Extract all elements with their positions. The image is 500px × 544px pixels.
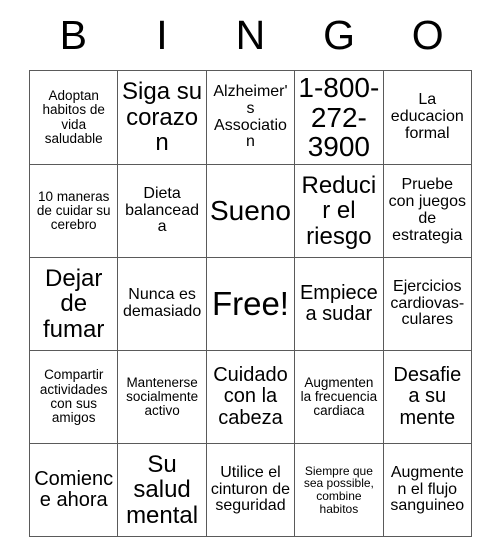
bingo-cell-b2[interactable]: 10 maneras de cuidar su cerebro bbox=[28, 164, 119, 259]
bingo-header-row: B I N G O bbox=[29, 0, 472, 70]
header-letter-o: O bbox=[411, 11, 444, 58]
header-letter-n: N bbox=[235, 11, 266, 58]
bingo-cell-n1[interactable]: Alzheimer's Association bbox=[205, 69, 296, 166]
bingo-cell-b5[interactable]: Comience ahora bbox=[28, 443, 119, 538]
bingo-row: Comience ahora Su salud mental Utilice e… bbox=[28, 443, 473, 538]
bingo-cell-n5[interactable]: Utilice el cinturon de seguridad bbox=[205, 443, 296, 538]
bingo-cell-b4[interactable]: Compartir actividades con sus amigos bbox=[28, 350, 119, 445]
bingo-cell-i2[interactable]: Dieta balanceada bbox=[117, 164, 207, 259]
bingo-cell-i5[interactable]: Su salud mental bbox=[117, 443, 207, 538]
bingo-row: Adoptan habitos de vida saludable Siga s… bbox=[28, 69, 473, 166]
bingo-cell-o1[interactable]: La educacion formal bbox=[382, 69, 473, 166]
bingo-cell-o3[interactable]: Ejercicios cardiovas-culares bbox=[382, 257, 473, 352]
bingo-cell-g5[interactable]: Siempre que sea possible, combine habito… bbox=[294, 443, 384, 538]
header-letter-b: B bbox=[59, 11, 87, 58]
bingo-row: Dejar de fumar Nunca es demasiado Free! … bbox=[28, 257, 473, 352]
bingo-cell-i3[interactable]: Nunca es demasiado bbox=[117, 257, 207, 352]
bingo-cell-free-space[interactable]: Free! bbox=[205, 257, 296, 352]
bingo-cell-o4[interactable]: Desafie a su mente bbox=[382, 350, 473, 445]
bingo-cell-i4[interactable]: Mantenerse socialmente activo bbox=[117, 350, 207, 445]
bingo-row: Compartir actividades con sus amigos Man… bbox=[28, 350, 473, 445]
header-letter-i: I bbox=[156, 11, 168, 58]
bingo-grid: Adoptan habitos de vida saludable Siga s… bbox=[28, 69, 473, 538]
bingo-cell-g1[interactable]: 1-800-272-3900 bbox=[294, 69, 384, 166]
header-letter-g: G bbox=[323, 11, 356, 58]
bingo-cell-g3[interactable]: Empiece a sudar bbox=[294, 257, 384, 352]
bingo-cell-i1[interactable]: Siga su corazon bbox=[117, 69, 207, 166]
bingo-cell-g4[interactable]: Augmenten la frecuencia cardiaca bbox=[294, 350, 384, 445]
bingo-cell-o2[interactable]: Pruebe con juegos de estrategia bbox=[382, 164, 473, 259]
bingo-card: B I N G O Adoptan habitos de vida saluda… bbox=[28, 0, 473, 538]
bingo-cell-n4[interactable]: Cuidado con la cabeza bbox=[205, 350, 296, 445]
bingo-cell-n2[interactable]: Sueno bbox=[205, 164, 296, 259]
bingo-cell-b3[interactable]: Dejar de fumar bbox=[28, 257, 119, 352]
bingo-cell-g2[interactable]: Reducir el riesgo bbox=[294, 164, 384, 259]
bingo-cell-o5[interactable]: Augmenten el flujo sanguineo bbox=[382, 443, 473, 538]
bingo-cell-b1[interactable]: Adoptan habitos de vida saludable bbox=[28, 69, 119, 166]
bingo-row: 10 maneras de cuidar su cerebro Dieta ba… bbox=[28, 164, 473, 259]
